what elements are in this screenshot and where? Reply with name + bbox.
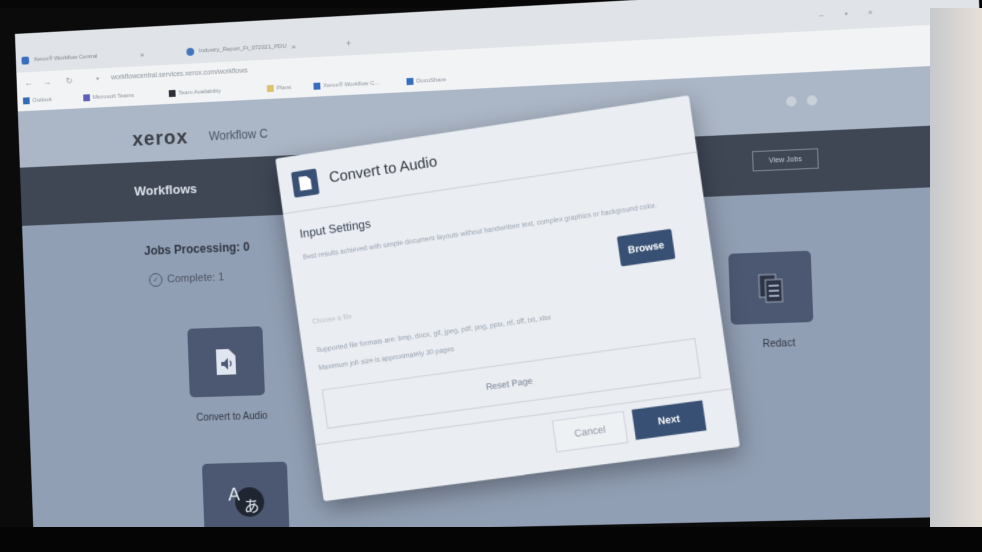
translate-icon: A あ [228,485,265,517]
bookmark-teams[interactable]: Microsoft Teams [83,92,134,102]
reload-icon[interactable]: ↻ [65,76,73,87]
convert-to-audio-tile[interactable] [187,326,265,398]
new-tab-button[interactable]: + [346,33,352,53]
check-circle-icon: ✓ [148,272,163,288]
bookmark-plans[interactable]: Plans [266,84,292,93]
document-icon [290,168,320,198]
redact-tile[interactable] [728,250,814,325]
globe-favicon-icon [186,47,195,56]
input-settings-heading: Input Settings [298,216,372,241]
tab-label: Xerox® Workflow Central [33,53,98,64]
bookmark-team-availability[interactable]: Team Availability [168,88,221,98]
laptop-screen: Xerox® Workflow Central × Industry_Repor… [14,0,982,538]
next-button[interactable]: Next [631,400,707,440]
cancel-button[interactable]: Cancel [551,410,629,453]
window-close-icon[interactable]: × [868,7,873,16]
file-input[interactable]: Choose a file [312,313,352,326]
redact-label: Redact [762,337,796,351]
laptop-bezel [930,8,982,527]
back-icon[interactable]: ← [24,78,33,88]
xerox-favicon-icon [313,82,321,90]
teams-icon [83,94,91,102]
forward-icon[interactable]: → [43,77,52,87]
minimize-icon[interactable]: – [819,10,824,19]
calendar-icon [168,89,176,98]
redact-icon [756,271,786,305]
letterbox-bottom [0,527,982,552]
close-icon[interactable]: × [291,42,296,51]
jobs-processing-status: Jobs Processing: 0 [143,239,250,258]
lock-icon: ● [95,76,100,83]
app-title: Workflow C [208,126,269,144]
bookmark-docushare[interactable]: DocuShare [406,76,446,86]
convert-to-audio-dialog: Convert to Audio Input Settings Best res… [275,95,740,502]
xerox-favicon-icon [21,56,30,65]
url-field[interactable]: workflowcentral.services.xerox.com/workf… [111,68,248,82]
dialog-title: Convert to Audio [327,153,439,187]
bookmark-outlook[interactable]: Outlook [22,96,52,105]
complete-status: ✓ Complete: 1 [148,270,225,288]
bookmark-workflow-central[interactable]: Xerox® Workflow C... [313,80,379,90]
audio-document-icon [215,348,237,375]
video-frame: Xerox® Workflow Central × Industry_Repor… [0,0,982,552]
browse-button[interactable]: Browse [616,228,676,267]
outlook-icon [22,97,30,105]
svg-text:あ: あ [244,496,260,515]
view-jobs-button[interactable]: View Jobs [751,148,819,172]
convert-to-audio-label: Convert to Audio [196,410,268,424]
svg-text:A: A [228,485,241,505]
docushare-icon [406,77,414,86]
maximize-icon[interactable]: ▪ [845,9,848,18]
tab-label: Industry_Report_Ft_072021_PDU [198,43,287,55]
complete-label: Complete: 1 [167,271,225,286]
close-icon[interactable]: × [140,50,145,59]
workflows-heading: Workflows [134,181,198,199]
xerox-logo: xerox [131,126,189,151]
folder-icon [266,84,274,93]
